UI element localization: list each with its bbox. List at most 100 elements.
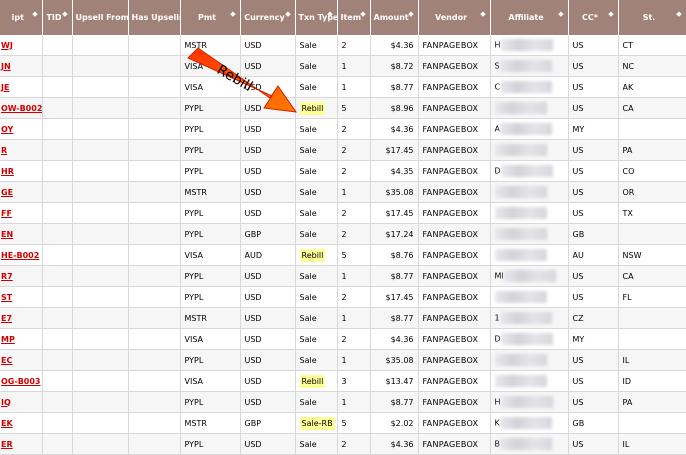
column-header-0[interactable]: ipt ◆ — [0, 0, 43, 35]
column-header-12[interactable]: St. ◆ — [618, 0, 686, 35]
column-header-11[interactable]: CC* ◆ — [568, 0, 619, 35]
table-row: OW-B002 PYPL USD Rebill 5 $8.96 FANPAGEBOX US CA — [0, 97, 686, 119]
cell-vendor: FANPAGEBOX — [418, 370, 491, 392]
cell-currency: USD — [240, 97, 296, 119]
cell-currency: USD — [240, 349, 296, 371]
cell-amount: $8.72 — [370, 55, 419, 77]
receipt-link[interactable]: R7 — [0, 265, 43, 287]
receipt-link[interactable]: OG-B003 — [0, 370, 43, 392]
cell-upsell-from — [72, 223, 129, 245]
table-row: EN PYPL GBP Sale 2 $17.24 FANPAGEBOX GB — [0, 223, 686, 245]
cell-currency: USD — [240, 265, 296, 287]
cell-vendor: FANPAGEBOX — [418, 76, 491, 98]
column-header-5[interactable]: Currency ◆ — [240, 0, 296, 35]
column-header-9[interactable]: Vendor ◆ — [418, 0, 491, 35]
transactions-table: ipt ◆ TID ◆ Upsell From Has Upsells Pmt ◆ Curren… — [0, 0, 686, 455]
cell-tid — [42, 76, 73, 98]
cell-vendor: FANPAGEBOX — [418, 433, 491, 455]
txn-type-text: Sale — [299, 40, 317, 50]
cell-amount: $4.35 — [370, 160, 419, 182]
cell-item: 2 — [337, 160, 371, 182]
sort-icon[interactable]: ◆ — [327, 11, 334, 18]
receipt-link[interactable]: FF — [0, 202, 43, 224]
txn-type-text: Sale — [299, 229, 317, 239]
redacted-blur — [500, 438, 552, 450]
cell-has-upsells — [128, 76, 181, 98]
cell-currency: USD — [240, 433, 296, 455]
cell-txn: Sale — [295, 349, 338, 371]
column-header-label: Upsell From — [75, 13, 128, 22]
sort-icon[interactable]: ◆ — [676, 11, 683, 18]
receipt-link[interactable]: R — [0, 139, 43, 161]
receipt-link[interactable]: JN — [0, 55, 43, 77]
cell-currency: AUD — [240, 244, 296, 266]
cell-tid — [42, 160, 73, 182]
cell-upsell-from — [72, 97, 129, 119]
column-header-10[interactable]: Affiliate ◆ — [490, 0, 569, 35]
receipt-link[interactable]: EC — [0, 349, 43, 371]
sort-icon[interactable]: ◆ — [230, 11, 237, 18]
receipt-link[interactable]: ER — [0, 433, 43, 455]
cell-vendor: FANPAGEBOX — [418, 265, 491, 287]
receipt-link[interactable]: E7 — [0, 307, 43, 329]
cell-affiliate: 1 — [490, 307, 569, 329]
sort-icon[interactable]: ◆ — [32, 11, 39, 18]
redacted-blur — [499, 60, 552, 72]
cell-has-upsells — [128, 328, 181, 350]
column-header-7[interactable]: Item ◆ — [337, 0, 371, 35]
redacted-blur — [494, 375, 547, 387]
column-header-4[interactable]: Pmt ◆ — [180, 0, 241, 35]
receipt-link[interactable]: IQ — [0, 391, 43, 413]
receipt-link[interactable]: WJ — [0, 35, 43, 56]
cell-pmt: PYPL — [180, 97, 241, 119]
column-header-6[interactable]: Txn Type ◆ — [295, 0, 338, 35]
cell-cc: US — [568, 160, 619, 182]
sort-icon[interactable]: ◆ — [360, 11, 367, 18]
cell-pmt: MSTR — [180, 307, 241, 329]
cell-pmt: MSTR — [180, 35, 241, 56]
column-header-1[interactable]: TID ◆ — [42, 0, 73, 35]
cell-txn: Sale — [295, 265, 338, 287]
receipt-link[interactable]: HR — [0, 160, 43, 182]
cell-upsell-from — [72, 76, 129, 98]
table-row: MP VISA USD Sale 2 $4.36 FANPAGEBOX D MY — [0, 328, 686, 350]
cell-affiliate — [490, 349, 569, 371]
sort-icon[interactable]: ◆ — [558, 11, 565, 18]
receipt-link[interactable]: OY — [0, 118, 43, 140]
cell-txn: Sale — [295, 223, 338, 245]
cell-st: PA — [618, 391, 686, 413]
cell-amount: $8.76 — [370, 244, 419, 266]
cell-item: 2 — [337, 286, 371, 308]
table-row: JE VISA USD Sale 1 $8.77 FANPAGEBOX C US AK — [0, 76, 686, 98]
cell-has-upsells — [128, 97, 181, 119]
sort-icon[interactable]: ◆ — [62, 11, 69, 18]
receipt-link[interactable]: ST — [0, 286, 43, 308]
cell-tid — [42, 391, 73, 413]
receipt-link[interactable]: JE — [0, 76, 43, 98]
cell-vendor: FANPAGEBOX — [418, 97, 491, 119]
column-header-2: Upsell From — [72, 0, 129, 35]
receipt-link[interactable]: EK — [0, 412, 43, 434]
cell-tid — [42, 370, 73, 392]
sort-icon[interactable]: ◆ — [608, 11, 615, 18]
cell-currency: GBP — [240, 223, 296, 245]
cell-affiliate — [490, 97, 569, 119]
cell-tid — [42, 55, 73, 77]
cell-tid — [42, 265, 73, 287]
cell-tid — [42, 433, 73, 455]
sort-icon[interactable]: ◆ — [480, 11, 487, 18]
column-header-8[interactable]: Amount ◆ — [370, 0, 419, 35]
cell-pmt: PYPL — [180, 265, 241, 287]
cell-affiliate: C — [490, 76, 569, 98]
txn-type-text: Sale — [299, 208, 317, 218]
receipt-link[interactable]: MP — [0, 328, 43, 350]
receipt-link[interactable]: EN — [0, 223, 43, 245]
sort-icon[interactable]: ◆ — [285, 11, 292, 18]
receipt-link[interactable]: HE-B002 — [0, 244, 43, 266]
cell-affiliate — [490, 286, 569, 308]
cell-currency: USD — [240, 55, 296, 77]
receipt-link[interactable]: OW-B002 — [0, 97, 43, 119]
sort-icon[interactable]: ◆ — [408, 11, 415, 18]
cell-cc: MY — [568, 328, 619, 350]
receipt-link[interactable]: GE — [0, 181, 43, 203]
